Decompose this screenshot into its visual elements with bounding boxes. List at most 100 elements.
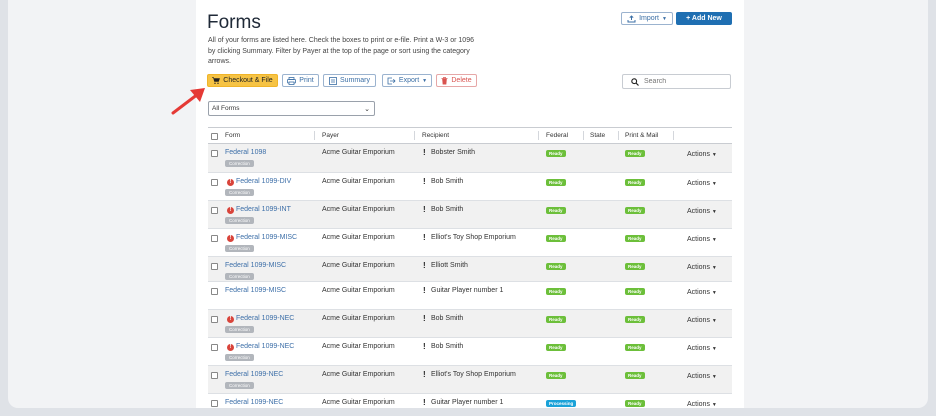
table-row: ! Federal 1099-DIV Correction Acme Guitar E… — [208, 173, 732, 201]
print-mail-status-badge: Ready — [625, 179, 645, 186]
payer-cell: Acme Guitar Emporium — [322, 149, 395, 156]
table-row: Federal 1099-NEC Acme Guitar Emporium! Gui… — [208, 394, 732, 408]
correction-badge: Correction — [225, 217, 254, 224]
search-input[interactable] — [644, 78, 724, 85]
table-row: ! Federal 1099-NEC Correction Acme Guitar E… — [208, 310, 732, 338]
warning-icon: ! — [423, 286, 426, 295]
actions-label: Actions — [687, 289, 710, 296]
table-row: ! Federal 1099-INT Correction Acme Guitar E… — [208, 201, 732, 229]
caret-down-icon: ▼ — [711, 209, 717, 215]
actions-dropdown[interactable]: Actions ▼ — [687, 401, 717, 408]
table-row: ! Federal 1099-MISC Correction Acme Guitar … — [208, 229, 732, 257]
column-divider — [314, 131, 315, 140]
recipient-cell: Elliot's Toy Shop Emporium — [431, 371, 516, 378]
federal-status-badge: Ready — [546, 179, 566, 186]
print-mail-status-badge: Ready — [625, 150, 645, 157]
row-checkbox[interactable] — [211, 288, 218, 295]
print-mail-status-badge: Ready — [625, 372, 645, 379]
actions-dropdown[interactable]: Actions ▼ — [687, 264, 717, 271]
federal-status-badge: Ready — [546, 316, 566, 323]
warning-icon: ! — [423, 314, 426, 323]
actions-label: Actions — [687, 151, 710, 158]
annotation-arrow-icon — [171, 88, 205, 115]
row-checkbox[interactable] — [211, 400, 218, 407]
checkout-file-button[interactable]: Checkout & File — [207, 74, 278, 87]
form-link[interactable]: Federal 1099-NEC — [236, 315, 294, 322]
form-link[interactable]: Federal 1099-NEC — [225, 399, 283, 406]
caret-down-icon: ▼ — [711, 374, 717, 380]
caret-down-icon: ▼ — [711, 265, 717, 271]
column-header-recipient[interactable]: Recipient — [422, 132, 449, 139]
search-box[interactable] — [622, 74, 731, 89]
select-all-checkbox[interactable] — [211, 133, 218, 140]
row-checkbox[interactable] — [211, 316, 218, 323]
print-button[interactable]: Print — [282, 74, 319, 87]
actions-label: Actions — [687, 317, 710, 324]
actions-label: Actions — [687, 180, 710, 187]
caret-down-icon: ▼ — [711, 346, 717, 352]
correction-badge: Correction — [225, 273, 254, 280]
upload-icon — [627, 14, 636, 22]
payer-cell: Acme Guitar Emporium — [322, 371, 395, 378]
form-link[interactable]: Federal 1099-NEC — [236, 343, 294, 350]
form-filter-select[interactable]: All Forms ⌄ — [208, 101, 375, 116]
table-row: Federal 1098 Correction Acme Guitar Empori… — [208, 144, 732, 173]
payer-cell: Acme Guitar Emporium — [322, 287, 395, 294]
warning-icon: ! — [423, 148, 426, 157]
error-icon: ! — [227, 343, 234, 351]
payer-cell: Acme Guitar Emporium — [322, 343, 395, 350]
recipient-cell: Bob Smith — [431, 206, 464, 213]
federal-status-badge: Ready — [546, 344, 566, 351]
warning-icon: ! — [423, 233, 426, 242]
import-button[interactable]: Import ▼ — [621, 12, 673, 25]
table-row: Federal 1099-MISC Correction Acme Guitar E… — [208, 257, 732, 282]
form-link[interactable]: Federal 1099-MISC — [225, 262, 286, 269]
summary-icon — [329, 76, 337, 85]
correction-badge: Correction — [225, 354, 254, 361]
form-link[interactable]: Federal 1099-DIV — [236, 178, 291, 185]
add-new-button[interactable]: + Add New — [676, 12, 732, 25]
warning-icon: ! — [423, 261, 426, 270]
form-link[interactable]: Federal 1098 — [225, 149, 266, 156]
row-checkbox[interactable] — [211, 150, 218, 157]
actions-dropdown[interactable]: Actions ▼ — [687, 317, 717, 324]
recipient-cell: Bobster Smith — [431, 149, 475, 156]
column-header-state[interactable]: State — [590, 132, 605, 139]
summary-button[interactable]: Summary — [323, 74, 376, 87]
column-header-form[interactable]: Form — [225, 132, 240, 139]
actions-dropdown[interactable]: Actions ▼ — [687, 373, 717, 380]
row-checkbox[interactable] — [211, 207, 218, 214]
row-checkbox[interactable] — [211, 372, 218, 379]
row-checkbox[interactable] — [211, 179, 218, 186]
warning-icon: ! — [423, 398, 426, 407]
error-icon: ! — [227, 206, 234, 214]
row-checkbox[interactable] — [211, 344, 218, 351]
column-header-federal[interactable]: Federal — [546, 132, 568, 139]
form-link[interactable]: Federal 1099-INT — [236, 206, 291, 213]
column-divider — [673, 131, 674, 140]
printer-icon — [287, 76, 297, 85]
actions-dropdown[interactable]: Actions ▼ — [687, 180, 717, 187]
row-checkbox[interactable] — [211, 235, 218, 242]
form-link[interactable]: Federal 1099-NEC — [225, 371, 283, 378]
actions-dropdown[interactable]: Actions ▼ — [687, 208, 717, 215]
export-button[interactable]: Export ▼ — [382, 74, 432, 87]
warning-icon: ! — [423, 342, 426, 351]
column-divider — [618, 131, 619, 140]
column-header-payer[interactable]: Payer — [322, 132, 339, 139]
caret-down-icon: ▼ — [711, 402, 717, 408]
payer-cell: Acme Guitar Emporium — [322, 234, 395, 241]
cart-icon — [212, 77, 221, 84]
actions-dropdown[interactable]: Actions ▼ — [687, 151, 717, 158]
delete-button[interactable]: Delete — [436, 74, 477, 87]
column-header-print-mail[interactable]: Print & Mail — [625, 132, 658, 139]
chevron-down-icon: ⌄ — [364, 106, 370, 113]
table-row: Federal 1099-MISC Acme Guitar Emporium! Gu… — [208, 282, 732, 310]
form-link[interactable]: Federal 1099-MISC — [225, 287, 286, 294]
form-link[interactable]: Federal 1099-MISC — [236, 234, 297, 241]
caret-down-icon: ▼ — [711, 290, 717, 296]
actions-dropdown[interactable]: Actions ▼ — [687, 236, 717, 243]
row-checkbox[interactable] — [211, 263, 218, 270]
actions-dropdown[interactable]: Actions ▼ — [687, 289, 717, 296]
actions-dropdown[interactable]: Actions ▼ — [687, 345, 717, 352]
